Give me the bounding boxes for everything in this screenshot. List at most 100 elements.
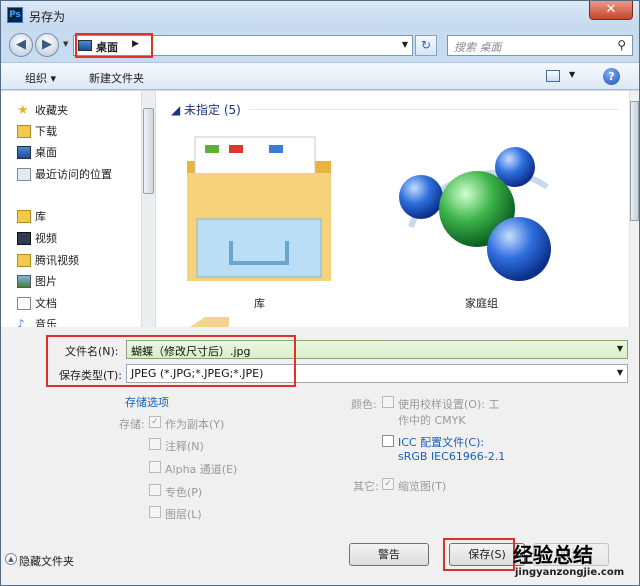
- save-options-title: 存储选项: [125, 396, 169, 409]
- organize-menu[interactable]: 组织 ▾: [25, 70, 56, 86]
- library-folder-icon[interactable]: [185, 131, 335, 291]
- window-title: 另存为: [29, 10, 66, 24]
- sidebar-item-tencent-video[interactable]: 腾讯视频: [17, 253, 79, 269]
- save-as-dialog: Ps 另存为 ✕ ◀ ▶ ▼ 桌面 ▶ ▼ ↻ 搜索 桌面 ⚲ 组织 ▾ 新建文…: [0, 0, 640, 586]
- type-dropdown-icon[interactable]: ▼: [617, 368, 623, 377]
- forward-button[interactable]: ▶: [35, 33, 59, 57]
- sidebar-item-label: 腾讯视频: [35, 254, 79, 267]
- group-header-unspecified[interactable]: ◢ 未指定 (5): [171, 101, 241, 118]
- recent-places-icon: [17, 168, 31, 181]
- browser-pane: ★ 收藏夹 下载 桌面 最近访问的位置 库 视频 腾讯视频 图片 文档 ♪ 音乐…: [1, 91, 639, 327]
- sidebar-item-label: 图片: [35, 275, 57, 288]
- notes-checkbox[interactable]: [149, 438, 161, 450]
- help-icon[interactable]: ?: [603, 68, 620, 85]
- notes-label: 注释(N): [165, 440, 204, 453]
- group-divider: [249, 109, 619, 110]
- thumbnail-checkbox[interactable]: ✓: [382, 478, 394, 490]
- desktop-icon: [17, 146, 31, 159]
- item-label-library[interactable]: 库: [254, 295, 265, 311]
- sidebar-item-label: 最近访问的位置: [35, 168, 112, 181]
- command-toolbar: 组织 ▾ 新建文件夹 ▼ ?: [1, 62, 639, 90]
- scrollbar-thumb[interactable]: [143, 108, 154, 194]
- forward-arrow-icon: ▶: [42, 37, 52, 52]
- search-placeholder: 搜索 桌面: [454, 41, 502, 54]
- icc-profile-checkbox[interactable]: [382, 435, 394, 447]
- sidebar-item-label: 文档: [35, 297, 57, 310]
- spot-colors-checkbox[interactable]: [149, 484, 161, 496]
- use-proof-setup-label: 使用校样设置(O): 工: [398, 398, 500, 411]
- highlight-box: [46, 335, 296, 387]
- music-icon: ♪: [17, 317, 25, 327]
- refresh-button[interactable]: ↻: [415, 35, 437, 56]
- alpha-channels-checkbox[interactable]: [149, 461, 161, 473]
- recent-pages-dropdown-icon[interactable]: ▼: [63, 40, 68, 48]
- refresh-icon: ↻: [420, 38, 432, 52]
- search-input[interactable]: 搜索 桌面 ⚲: [447, 35, 633, 56]
- save-label: 存储:: [119, 418, 145, 431]
- view-dropdown-icon[interactable]: ▼: [569, 70, 575, 79]
- hide-folders-toggle[interactable]: ▲ 隐藏文件夹: [5, 553, 74, 569]
- item-label-homegroup[interactable]: 家庭组: [465, 295, 498, 311]
- scrollbar-thumb[interactable]: [630, 101, 639, 221]
- filename-dropdown-icon[interactable]: ▼: [617, 344, 623, 353]
- sidebar-item-documents[interactable]: 文档: [17, 296, 57, 312]
- star-icon: ★: [17, 103, 29, 118]
- documents-icon: [17, 297, 31, 310]
- title-bar: Ps 另存为 ✕: [1, 1, 639, 29]
- highlight-box: [75, 33, 153, 58]
- partial-folder-icon: [190, 317, 229, 327]
- color-label: 颜色:: [351, 398, 377, 411]
- icc-profile-value: sRGB IEC61966-2.1: [398, 450, 506, 463]
- spot-colors-label: 专色(P): [165, 486, 203, 499]
- highlight-box: [443, 538, 515, 571]
- save-form: 文件名(N): 蝴蝶（修改尺寸后）.jpg ▼ 保存类型(T): JPEG (*…: [1, 327, 639, 585]
- sidebar-item-label: 收藏夹: [35, 104, 68, 117]
- back-arrow-icon: ◀: [16, 37, 26, 52]
- sidebar-item-recent[interactable]: 最近访问的位置: [17, 167, 112, 183]
- sidebar-item-label: 库: [35, 210, 46, 223]
- sidebar-item-downloads[interactable]: 下载: [17, 124, 57, 140]
- sidebar-item-favorites[interactable]: ★ 收藏夹: [17, 103, 68, 119]
- layers-checkbox[interactable]: [149, 506, 161, 518]
- watermark-text: 经验总结: [513, 543, 593, 567]
- thumbnail-label: 缩览图(T): [398, 480, 447, 493]
- use-proof-setup-label-2: 作中的 CMYK: [398, 414, 466, 427]
- as-copy-label: 作为副本(Y): [165, 418, 225, 431]
- icc-profile-label: ICC 配置文件(C):: [398, 436, 485, 449]
- sidebar-scrollbar[interactable]: [141, 91, 155, 327]
- address-dropdown-icon[interactable]: ▼: [402, 40, 408, 49]
- sidebar-item-desktop[interactable]: 桌面: [17, 145, 57, 161]
- homegroup-icon[interactable]: [397, 137, 557, 287]
- back-button[interactable]: ◀: [9, 33, 33, 57]
- layers-label: 图层(L): [165, 508, 202, 521]
- new-folder-button[interactable]: 新建文件夹: [89, 70, 144, 86]
- search-icon: ⚲: [617, 38, 626, 52]
- watermark-url: jingyanzongjie.com: [515, 567, 625, 578]
- sidebar-item-videos[interactable]: 视频: [17, 231, 57, 247]
- folder-icon: [17, 254, 31, 267]
- photoshop-app-icon: Ps: [7, 7, 23, 23]
- hide-folders-label: 隐藏文件夹: [19, 555, 74, 568]
- address-bar[interactable]: 桌面 ▶ ▼: [73, 33, 413, 58]
- sidebar-item-label: 视频: [35, 232, 57, 245]
- pictures-icon: [17, 275, 31, 288]
- navigation-pane: ★ 收藏夹 下载 桌面 最近访问的位置 库 视频 腾讯视频 图片 文档 ♪ 音乐: [1, 91, 156, 327]
- library-icon: [17, 210, 31, 223]
- sidebar-item-libraries[interactable]: 库: [17, 209, 46, 225]
- as-copy-checkbox[interactable]: ✓: [149, 416, 161, 428]
- content-scrollbar[interactable]: [629, 91, 639, 327]
- file-list: ◢ 未指定 (5) 库 家庭组: [159, 91, 629, 327]
- sidebar-item-label: 桌面: [35, 146, 57, 159]
- sidebar-item-music[interactable]: ♪ 音乐: [17, 317, 57, 327]
- use-proof-setup-checkbox[interactable]: [382, 396, 394, 408]
- warning-button[interactable]: 警告: [349, 543, 429, 566]
- alpha-channels-label: Alpha 通道(E): [165, 463, 238, 476]
- other-label: 其它:: [353, 480, 379, 493]
- change-view-icon[interactable]: [546, 70, 560, 82]
- sidebar-item-pictures[interactable]: 图片: [17, 274, 57, 290]
- download-folder-icon: [17, 125, 31, 138]
- video-icon: [17, 232, 31, 245]
- sidebar-item-label: 音乐: [35, 318, 57, 327]
- close-button[interactable]: ✕: [589, 1, 633, 20]
- chevron-up-icon: ▲: [5, 553, 17, 565]
